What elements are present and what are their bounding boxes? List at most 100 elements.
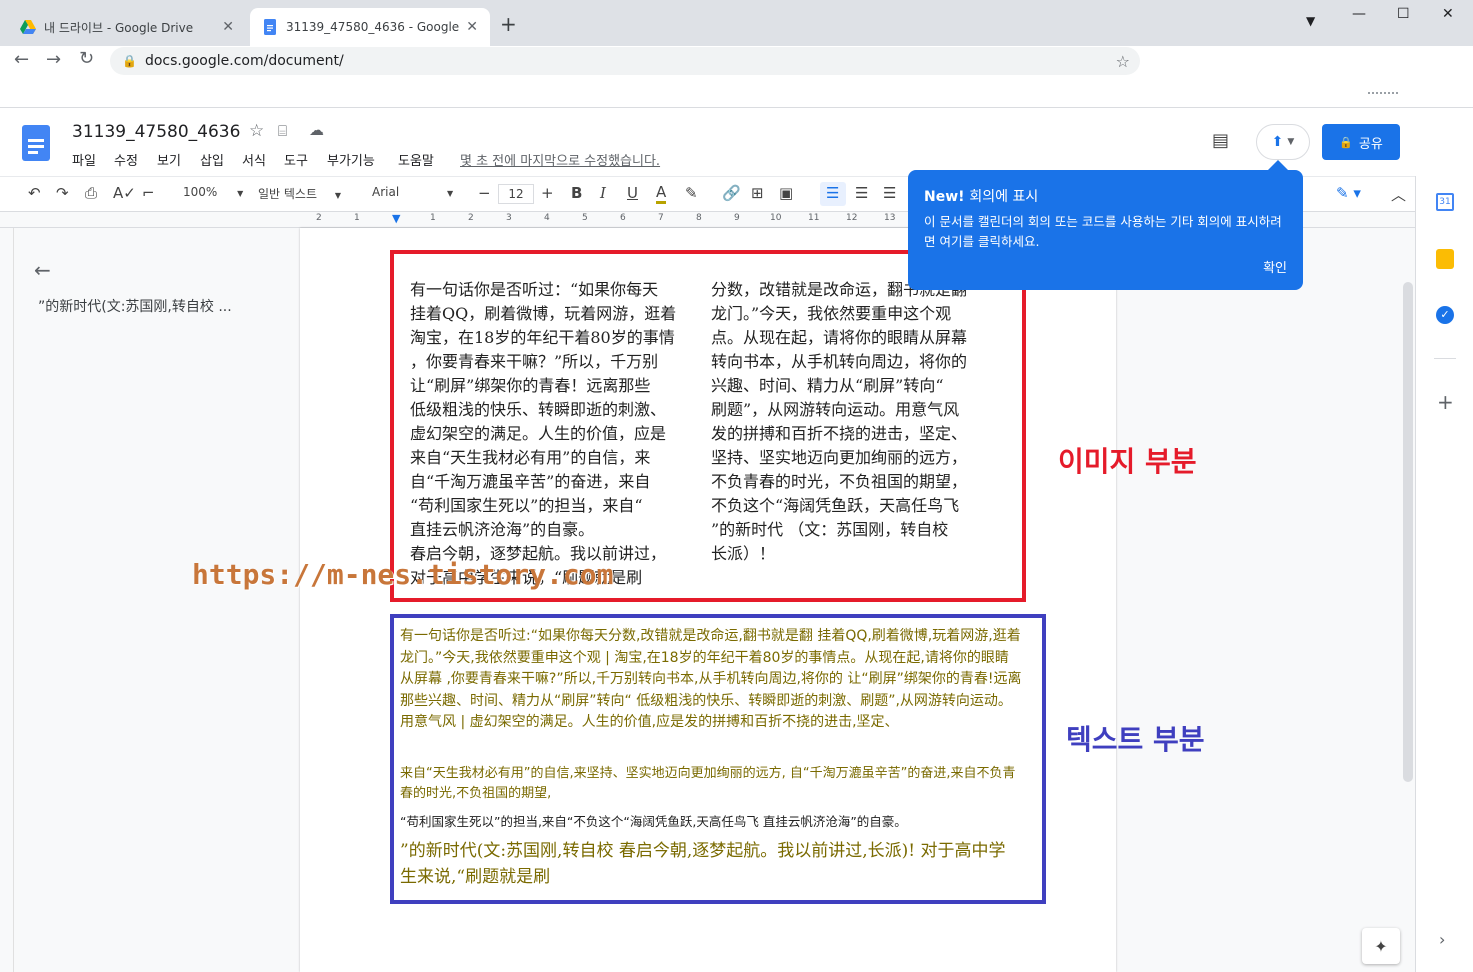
close-window-icon[interactable]: ✕: [1442, 6, 1454, 22]
ruler-mark: 10: [770, 213, 782, 223]
menu-format[interactable]: 서식: [242, 150, 266, 169]
back-arrow-icon[interactable]: ←: [14, 49, 29, 70]
keep-icon[interactable]: [1436, 249, 1454, 269]
vertical-ruler[interactable]: [0, 228, 14, 972]
ruler-mark: 13: [884, 213, 896, 223]
ruler-mark: 6: [620, 213, 626, 223]
insert-image-icon[interactable]: ▣: [779, 184, 793, 202]
move-folder-icon[interactable]: ⌸: [278, 122, 287, 140]
text-paragraph-1: 有一句话你是否听过:“如果你每天分数,改错就是改命运,翻书就是翻 挂着QQ,刷着…: [400, 628, 1022, 730]
undo-icon[interactable]: ↶: [28, 184, 41, 202]
menu-addons[interactable]: 부가기능: [327, 150, 375, 169]
image-text-line: ，你要青春来干嘛？”所以，千万别: [410, 352, 659, 371]
docs-logo-icon[interactable]: [22, 125, 50, 161]
present-to-meeting-button[interactable]: ⬆ ▼: [1256, 124, 1310, 160]
italic-icon[interactable]: I: [600, 184, 606, 202]
bookmark-star-icon[interactable]: ☆: [1116, 52, 1130, 71]
increase-font-size-icon[interactable]: +: [541, 184, 554, 202]
calendar-icon[interactable]: 31: [1436, 193, 1454, 211]
tasks-icon[interactable]: ✓: [1436, 306, 1454, 324]
lock-icon: 🔒: [122, 54, 137, 68]
menu-view[interactable]: 보기: [157, 150, 181, 169]
text-color-icon[interactable]: A: [656, 184, 667, 204]
close-tab-icon[interactable]: ✕: [222, 19, 234, 35]
font-value: Arial: [372, 185, 400, 199]
image-text-line: 不负青春的时光，不负祖国的期望，: [711, 472, 968, 491]
image-text-line: 低级粗浅的快乐、转瞬即逝的刺激、: [410, 400, 667, 419]
add-comment-icon[interactable]: ⊞: [751, 184, 764, 202]
outline-back-arrow-icon[interactable]: ←: [34, 258, 51, 282]
menu-file[interactable]: 파일: [72, 150, 96, 169]
menu-help[interactable]: 도움말: [398, 150, 434, 169]
tab-search-icon[interactable]: ▼: [1306, 14, 1315, 28]
style-select[interactable]: 일반 텍스트 ▼: [258, 185, 341, 202]
expand-panel-icon[interactable]: ›: [1439, 930, 1445, 949]
editing-mode-icon[interactable]: ✎ ▾: [1336, 184, 1361, 202]
image-text-line: 长派）！: [711, 544, 776, 563]
ruler-mark: 1: [354, 213, 360, 223]
maximize-icon[interactable]: ☐: [1397, 6, 1410, 22]
text-paragraph-4: ”的新时代(文:苏国刚,转自校 春启今朝,逐梦起航。我以前讲过,长派)! 对于高…: [400, 841, 1006, 887]
watermark: https://m-nes.tistory.com: [192, 558, 614, 591]
image-text-line: 挂着QQ，刷着微博，玩着网游，逛着: [410, 304, 677, 323]
popup-title: New! 회의에 표시: [924, 186, 1287, 206]
image-text-line: 来自“天生我材必有用”的自信，来: [410, 448, 651, 467]
lock-icon: 🔒: [1339, 135, 1353, 149]
ruler-mark: 8: [696, 213, 702, 223]
forward-arrow-icon[interactable]: →: [46, 49, 61, 70]
ruler-mark: 5: [582, 213, 588, 223]
decrease-font-size-icon[interactable]: −: [478, 184, 491, 202]
menu-edit[interactable]: 수정: [114, 150, 138, 169]
image-text-line: 坚持、坚实地迈向更加绚丽的远方，: [711, 448, 968, 467]
document-title[interactable]: 31139_47580_4636: [72, 122, 240, 142]
share-button[interactable]: 🔒 공유: [1322, 124, 1400, 160]
tab-drive[interactable]: 내 드라이브 - Google Drive ✕: [8, 8, 246, 46]
cloud-status-icon[interactable]: ☁: [309, 121, 324, 139]
menu-tools[interactable]: 도구: [284, 150, 308, 169]
close-tab-icon[interactable]: ✕: [466, 19, 478, 35]
comment-history-icon[interactable]: ▤: [1212, 130, 1229, 151]
align-right-icon[interactable]: ☰: [883, 184, 896, 202]
last-edit-link[interactable]: 몇 초 전에 마지막으로 수정했습니다.: [460, 150, 660, 169]
indent-marker-icon[interactable]: ▼: [392, 212, 400, 225]
print-icon[interactable]: ⎙: [85, 184, 97, 202]
tab-docs[interactable]: 31139_47580_4636 - Google Do ✕: [250, 8, 490, 46]
text-part-box[interactable]: 有一句话你是否听过:“如果你每天分数,改错就是改命运,翻书就是翻 挂着QQ,刷着…: [390, 614, 1046, 904]
image-text-line: 自“千淘万漉虽辛苦”的奋进，来自: [410, 472, 651, 491]
align-center-icon[interactable]: ☰: [855, 184, 868, 202]
reload-icon[interactable]: ↻: [79, 48, 94, 69]
present-tip-popup: New! 회의에 표시 이 문서를 캘린더의 회의 또는 코드를 사용하는 기타…: [908, 170, 1303, 290]
add-addon-icon[interactable]: +: [1437, 390, 1454, 414]
align-left-icon[interactable]: ☰: [826, 184, 839, 202]
image-text-column-2: 分数，改错就是改命运，翻书就是翻 龙门。”今天，我依然要重申这个观 点。从现在起，请…: [711, 278, 1001, 566]
image-text-line: ”的新时代 （文：苏国刚，转自校: [711, 520, 949, 539]
spellcheck-icon[interactable]: A✓: [113, 184, 136, 202]
paint-format-icon[interactable]: ⌐: [142, 184, 155, 202]
star-icon[interactable]: ☆: [249, 121, 264, 141]
scrollbar[interactable]: [1403, 282, 1413, 782]
bold-icon[interactable]: B: [571, 184, 582, 202]
zoom-select[interactable]: 100% ▼: [183, 185, 243, 199]
font-select[interactable]: Arial ▼: [372, 185, 453, 199]
minimize-icon[interactable]: —: [1352, 6, 1366, 22]
ruler-mark: 12: [846, 213, 858, 223]
highlight-color-icon[interactable]: ✎: [685, 184, 698, 202]
collapse-menus-icon[interactable]: ︿: [1391, 184, 1406, 205]
explore-button[interactable]: ✦: [1362, 928, 1400, 964]
insert-link-icon[interactable]: 🔗: [722, 184, 741, 202]
docs-header: 31139_47580_4636 ☆ ⌸ ☁ 파일 수정 보기 삽입 서식 도구…: [0, 108, 1473, 176]
text-paragraph-3: “苟利国家生死以”的担当,来自“不负这个“海阔凭鱼跃,天高任鸟飞 直挂云帆济沧海…: [400, 814, 907, 829]
menu-insert[interactable]: 삽입: [200, 150, 224, 169]
redo-icon[interactable]: ↷: [56, 184, 69, 202]
tab-title: 내 드라이브 - Google Drive: [44, 20, 194, 35]
outline-item[interactable]: ”的新时代(文:苏国刚,转自校 ...: [38, 296, 232, 316]
font-size-input[interactable]: 12: [498, 184, 534, 204]
new-tab-button[interactable]: +: [500, 12, 517, 36]
ruler-mark: 11: [808, 213, 820, 223]
underline-icon[interactable]: U: [627, 184, 638, 202]
popup-ok-button[interactable]: 확인: [1263, 257, 1287, 276]
address-bar[interactable]: 🔒 docs.google.com/document/ ☆: [110, 47, 1140, 75]
image-text-line: 让“刷屏”绑架你的青春！远离那些: [410, 376, 651, 395]
ruler-mark: 7: [658, 213, 664, 223]
image-part-box[interactable]: 有一句话你是否听过：“如果你每天 挂着QQ，刷着微博，玩着网游，逛着 淘宝，在18岁…: [390, 250, 1026, 602]
